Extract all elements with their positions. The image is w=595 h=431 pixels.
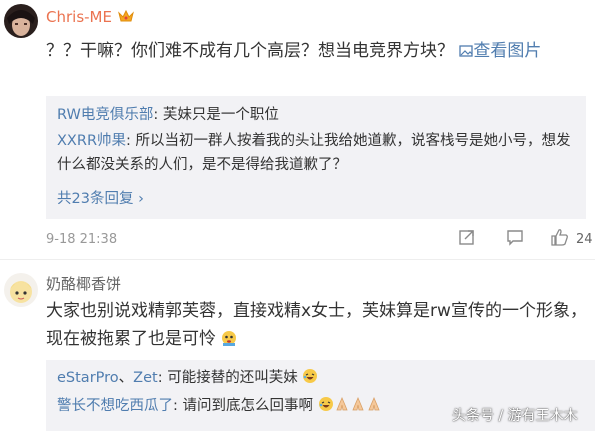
reply-item: XXRR帅果: 所以当初一群人按着我的头让我给她道歉，说客栈号是她小号，想发什么… [57, 133, 571, 173]
reply-box: RW电竞俱乐部: 芙妹只是一个职位 XXRR帅果: 所以当初一群人按着我的头让我… [46, 96, 586, 219]
praying-hands-icon [366, 396, 382, 412]
comment-username[interactable]: 奶酪椰香饼 [46, 273, 121, 294]
praying-hands-icon [350, 396, 366, 412]
comment-text: ？？干嘛？你们难不成有几个高层？想当电竞界方块？ 查看图片 [46, 41, 542, 61]
reply-item: 警长不想吃西瓜了: 请问到底怎么回事啊 [57, 396, 382, 416]
reply-item: eStarPro、Zet: 可能接替的还叫芙妹 [57, 368, 318, 388]
divider [0, 259, 595, 260]
comment-date: 9-18 21:38 [46, 232, 118, 247]
comment-icon[interactable] [506, 228, 524, 250]
watermark: 头条号 / 游有王木木 [452, 408, 578, 424]
comment-text: 大家也别说戏精郭芙蓉，直接戏精x女士，芙妹算是rw宣传的一个形象，现在被拖累了也… [46, 301, 587, 349]
like-count: 24 [576, 232, 593, 247]
reply-user[interactable]: Zet [133, 370, 158, 386]
reply-user[interactable]: eStarPro [57, 370, 119, 386]
crown-icon [118, 9, 134, 27]
praying-hands-icon [334, 396, 350, 412]
more-replies-link[interactable]: 共23条回复 › [57, 187, 144, 208]
reply-user[interactable]: XXRR帅果 [57, 133, 126, 149]
image-icon [459, 45, 474, 57]
comment-username[interactable]: Chris-ME [46, 8, 112, 26]
reply-item: RW电竞俱乐部: 芙妹只是一个职位 [57, 107, 279, 123]
share-icon[interactable] [458, 228, 476, 250]
avatar[interactable] [4, 4, 38, 38]
reply-user[interactable]: 警长不想吃西瓜了 [57, 398, 173, 414]
avatar[interactable] [4, 273, 38, 307]
reply-user[interactable]: RW电竞俱乐部 [57, 107, 153, 123]
view-image-link[interactable]: 查看图片 [459, 41, 541, 61]
like-icon[interactable] [550, 228, 570, 250]
laughing-emoji-icon [302, 368, 318, 384]
pitiful-emoji-icon [221, 327, 237, 346]
chevron-right-icon: › [138, 191, 144, 207]
laughing-emoji-icon [318, 396, 334, 412]
